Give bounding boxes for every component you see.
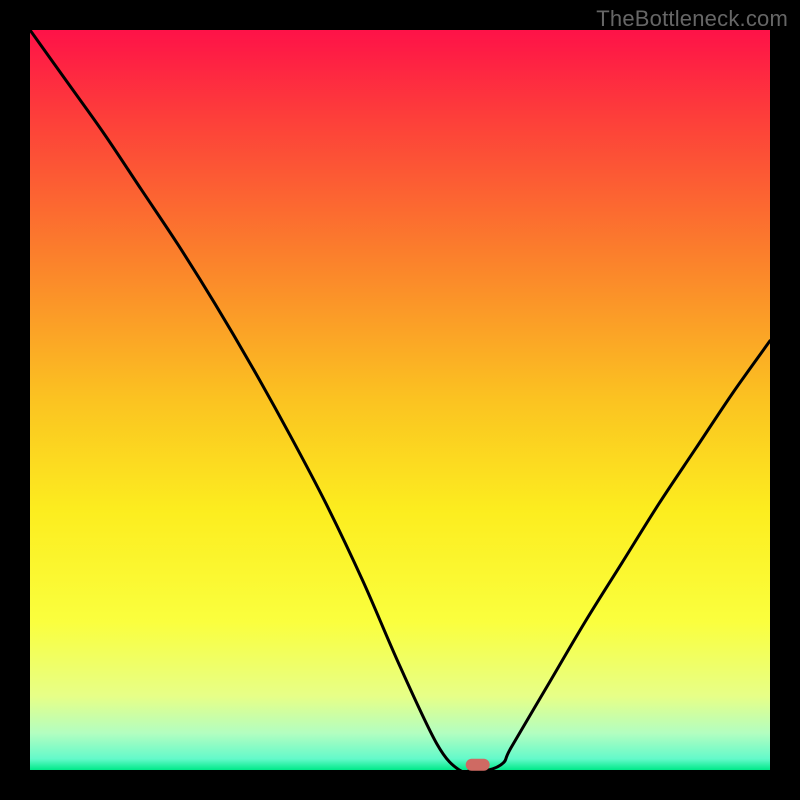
plot-area: [30, 30, 770, 770]
optimal-marker: [466, 759, 490, 771]
bottleneck-chart: TheBottleneck.com: [0, 0, 800, 800]
watermark-text: TheBottleneck.com: [596, 6, 788, 32]
chart-svg: [0, 0, 800, 800]
